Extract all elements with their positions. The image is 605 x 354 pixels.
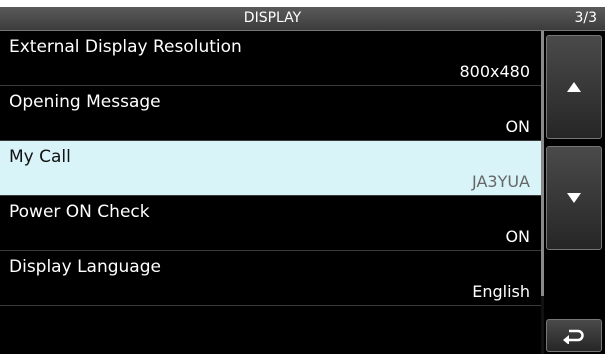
setting-label: My Call <box>9 147 71 167</box>
scroll-down-button[interactable] <box>546 146 602 250</box>
settings-list: External Display Resolution 800x480 Open… <box>0 31 541 346</box>
setting-row-display-language[interactable]: Display Language English <box>0 251 541 306</box>
setting-label: Power ON Check <box>9 202 150 222</box>
setting-row-external-display-resolution[interactable]: External Display Resolution 800x480 <box>0 31 541 86</box>
up-triangle-icon <box>567 82 581 92</box>
setting-row-my-call[interactable]: My Call JA3YUA <box>0 141 541 196</box>
title-bar: DISPLAY 3/3 <box>0 7 605 31</box>
empty-row <box>0 306 541 346</box>
setting-value: 800x480 <box>459 62 530 81</box>
setting-label: External Display Resolution <box>9 37 242 57</box>
setting-value: ON <box>505 227 530 246</box>
setting-row-opening-message[interactable]: Opening Message ON <box>0 86 541 141</box>
setting-label: Display Language <box>9 257 161 277</box>
scrollbar-thumb[interactable] <box>541 31 544 296</box>
page-indicator: 3/3 <box>574 10 597 26</box>
setting-row-power-on-check[interactable]: Power ON Check ON <box>0 196 541 251</box>
scroll-up-button[interactable] <box>546 35 602 139</box>
return-arrow-icon <box>563 329 584 344</box>
setting-value: ON <box>505 117 530 136</box>
display-menu-screen: DISPLAY 3/3 External Display Resolution … <box>0 7 605 354</box>
page-title: DISPLAY <box>243 10 302 26</box>
setting-value: English <box>472 282 530 301</box>
setting-value: JA3YUA <box>472 172 530 191</box>
back-button[interactable] <box>546 319 602 352</box>
setting-label: Opening Message <box>9 92 161 112</box>
down-triangle-icon <box>567 193 581 203</box>
